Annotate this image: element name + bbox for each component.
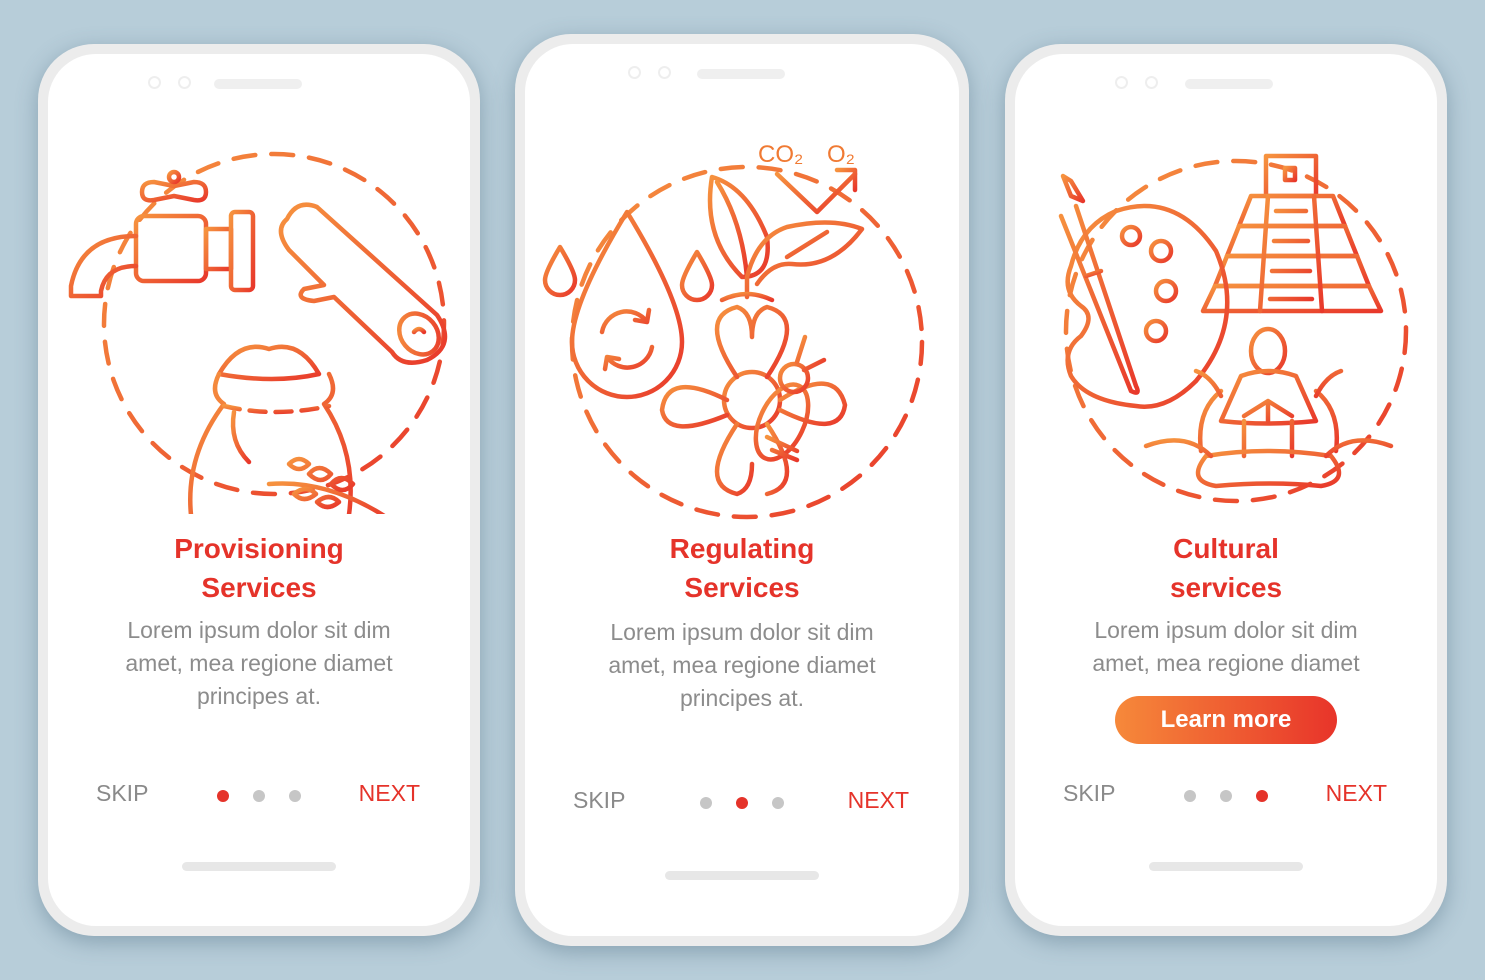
co2-label: CO₂ [758, 141, 803, 168]
small-drop [542, 244, 578, 298]
description-line: Lorem ipsum dolor sit dim [127, 617, 391, 643]
page-dot-active[interactable] [217, 790, 229, 802]
onboarding-nav: SKIP NEXT [48, 780, 470, 810]
meditation-lotus-icon [1143, 326, 1394, 489]
home-indicator[interactable] [665, 871, 819, 880]
screen-title: Provisioning Services [48, 529, 470, 607]
page-dot[interactable] [1220, 790, 1232, 802]
screen-title: Regulating Services [525, 529, 959, 607]
description-line: amet, mea regione diamet [1092, 650, 1360, 676]
speaker-bar [1185, 79, 1273, 89]
water-tap-icon [68, 169, 256, 377]
cultural-illustration [1015, 146, 1437, 516]
onboarding-screen-cultural: Cultural services Lorem ipsum dolor sit … [1005, 44, 1447, 936]
phone-notch [1015, 76, 1437, 92]
bee-icon [753, 334, 827, 463]
page-indicator [1184, 790, 1268, 802]
title-line: Cultural [1173, 533, 1279, 564]
camera-dot [178, 76, 191, 89]
phone-notch [525, 66, 959, 82]
regulating-illustration: CO₂ O₂ [525, 132, 959, 522]
screen-description: Lorem ipsum dolor sit dim amet, mea regi… [545, 616, 939, 715]
speaker-bar [214, 79, 302, 89]
pyramid-icon [1200, 153, 1384, 314]
description-line: Lorem ipsum dolor sit dim [1094, 617, 1358, 643]
speaker-bar [697, 69, 785, 79]
page-dot[interactable] [1184, 790, 1196, 802]
title-line: Services [201, 572, 317, 603]
description-line: amet, mea regione diamet [125, 650, 393, 676]
camera-dot [148, 76, 161, 89]
phone-screen: Provisioning Services Lorem ipsum dolor … [48, 54, 470, 926]
skip-button[interactable]: SKIP [573, 787, 625, 814]
wood-log-icon [278, 202, 448, 365]
page-indicator [700, 797, 784, 809]
flower-icon [659, 304, 848, 497]
page-dot-active[interactable] [1256, 790, 1268, 802]
small-drop [679, 249, 715, 303]
camera-dot [628, 66, 641, 79]
title-line: services [1169, 572, 1283, 603]
page-dot-active[interactable] [736, 797, 748, 809]
camera-dot [1145, 76, 1158, 89]
page-dot[interactable] [700, 797, 712, 809]
screen-description: Lorem ipsum dolor sit dim amet, mea regi… [1035, 614, 1417, 680]
plant-sprout-icon [707, 167, 865, 303]
home-indicator[interactable] [1149, 862, 1303, 871]
description-line: principes at. [196, 683, 321, 709]
next-button[interactable]: NEXT [359, 780, 420, 807]
skip-button[interactable]: SKIP [96, 780, 148, 807]
skip-button[interactable]: SKIP [1063, 780, 1115, 807]
camera-dot [658, 66, 671, 79]
page-dot[interactable] [772, 797, 784, 809]
title-line: Provisioning [174, 533, 344, 564]
camera-dot [1115, 76, 1128, 89]
description-line: amet, mea regione diamet [608, 652, 876, 678]
next-button[interactable]: NEXT [848, 787, 909, 814]
learn-more-button[interactable]: Learn more [1115, 696, 1337, 744]
onboarding-screen-provisioning: Provisioning Services Lorem ipsum dolor … [38, 44, 480, 936]
o2-label: O₂ [827, 141, 855, 168]
onboarding-screen-regulating: CO₂ O₂ Regulating Services Lorem ipsum d… [515, 34, 969, 946]
phone-notch [48, 76, 470, 92]
description-line: Lorem ipsum dolor sit dim [610, 619, 874, 645]
dashed-circle [101, 151, 447, 497]
next-button[interactable]: NEXT [1326, 780, 1387, 807]
screen-description: Lorem ipsum dolor sit dim amet, mea regi… [68, 614, 450, 713]
onboarding-nav: SKIP NEXT [1015, 780, 1437, 810]
phone-screen: Cultural services Lorem ipsum dolor sit … [1015, 54, 1437, 926]
onboarding-nav: SKIP NEXT [525, 787, 959, 817]
water-cycle-drop-icon [542, 209, 715, 400]
page-dot[interactable] [253, 790, 265, 802]
title-line: Services [684, 572, 800, 603]
page-indicator [217, 790, 301, 802]
phone-screen: CO₂ O₂ Regulating Services Lorem ipsum d… [525, 44, 959, 936]
page-dot[interactable] [289, 790, 301, 802]
title-line: Regulating [669, 533, 815, 564]
provisioning-illustration [48, 144, 470, 514]
home-indicator[interactable] [182, 862, 336, 871]
description-line: principes at. [679, 685, 804, 711]
screen-title: Cultural services [1015, 529, 1437, 607]
